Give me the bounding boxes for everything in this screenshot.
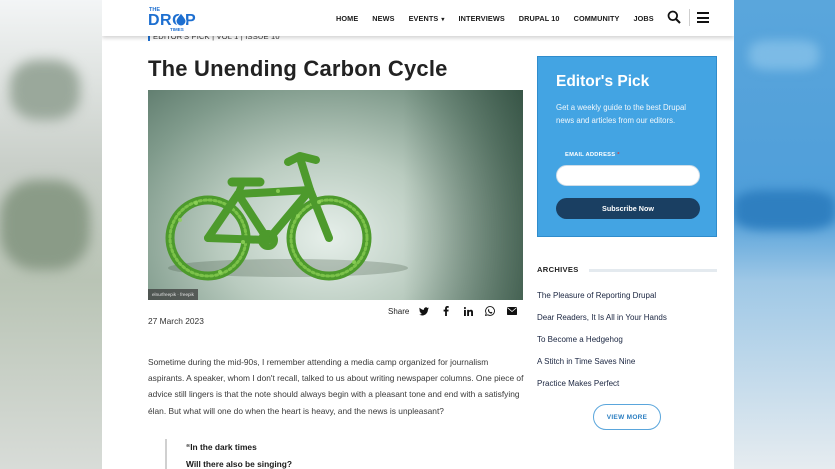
article-title: The Unending Carbon Cycle: [148, 56, 448, 81]
nav-drupal-10[interactable]: DRUPAL 10: [519, 14, 560, 23]
background-blur: [749, 40, 819, 70]
site-logo[interactable]: THE DROP TIMES: [148, 4, 212, 32]
archives-title: ARCHIVES: [537, 265, 583, 274]
main-nav: HOME NEWS EVENTS ▾ INTERVIEWS DRUPAL 10 C…: [336, 0, 668, 36]
twitter-icon[interactable]: [419, 306, 430, 316]
archive-link[interactable]: The Pleasure of Reporting Drupal: [537, 291, 667, 313]
nav-community[interactable]: COMMUNITY: [574, 14, 620, 23]
editors-pick-description: Get a weekly guide to the best Drupal ne…: [556, 103, 687, 125]
subscribe-button[interactable]: Subscribe Now: [556, 198, 700, 219]
quote-line: “In the dark times: [186, 442, 257, 452]
whatsapp-icon[interactable]: [485, 306, 496, 316]
facebook-icon[interactable]: [441, 306, 451, 316]
article-body: Sometime during the mid-90s, I remember …: [148, 357, 524, 416]
nav-events-label: EVENTS: [408, 13, 439, 23]
archive-link[interactable]: A Stitch in Time Saves Nine: [537, 357, 667, 379]
chevron-down-icon: ▾: [441, 16, 445, 23]
page: THE DROP TIMES HOME NEWS EVENTS ▾ INTERVI…: [102, 0, 734, 469]
logo-bottom-text: TIMES: [170, 27, 184, 32]
nav-jobs[interactable]: JOBS: [633, 14, 653, 23]
archives-divider: [589, 269, 717, 272]
linkedin-icon[interactable]: [463, 306, 473, 316]
share-bar: Share: [388, 306, 529, 316]
background-blur: [0, 180, 90, 270]
bicycle-illustration: [165, 152, 408, 281]
nav-interviews[interactable]: INTERVIEWS: [459, 14, 505, 23]
header-divider: [689, 9, 690, 26]
share-label: Share: [388, 306, 410, 316]
archive-link[interactable]: To Become a Hedgehog: [537, 335, 667, 357]
image-credit: elnurfreepik · freepik: [148, 289, 198, 300]
article-hero-image: elnurfreepik · freepik: [148, 90, 523, 300]
background-right: [734, 0, 835, 469]
quote-line: Will there also be singing?: [186, 458, 293, 469]
required-mark: *: [617, 152, 620, 158]
nav-home[interactable]: HOME: [336, 14, 358, 23]
email-icon[interactable]: [507, 306, 518, 316]
background-left: [0, 0, 102, 469]
archives-list: The Pleasure of Reporting Drupal Dear Re…: [537, 291, 667, 401]
search-icon[interactable]: [667, 10, 681, 24]
editors-pick-title: Editor's Pick: [556, 73, 650, 90]
archives-heading: ARCHIVES: [537, 265, 717, 275]
hamburger-menu-icon[interactable]: [697, 12, 709, 23]
view-more-button[interactable]: VIEW MORE: [593, 404, 661, 430]
editors-pick-newsletter: Editor's Pick Get a weekly guide to the …: [537, 56, 717, 237]
nav-news[interactable]: NEWS: [372, 14, 394, 23]
email-label-text: EMAIL ADDRESS: [565, 152, 616, 158]
archive-link[interactable]: Practice Makes Perfect: [537, 379, 667, 401]
email-field[interactable]: [556, 165, 700, 186]
nav-events[interactable]: EVENTS ▾: [409, 14, 445, 23]
email-field-label: EMAIL ADDRESS *: [565, 152, 620, 158]
background-blur: [734, 190, 835, 230]
site-header: THE DROP TIMES HOME NEWS EVENTS ▾ INTERVI…: [102, 0, 734, 36]
article-date: 27 March 2023: [148, 316, 204, 326]
archive-link[interactable]: Dear Readers, It Is All in Your Hands: [537, 313, 667, 335]
article-quote: “In the dark times Will there also be si…: [165, 439, 292, 469]
background-blur: [10, 60, 80, 120]
